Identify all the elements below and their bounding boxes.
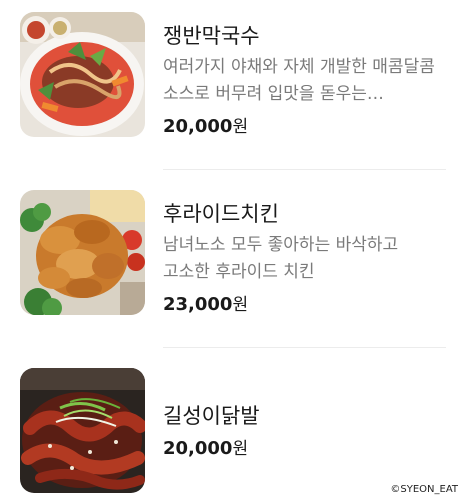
- menu-item-name: 길성이닭발: [163, 404, 260, 428]
- price-currency: 원: [232, 117, 249, 137]
- watermark: ©SYEON_EAT: [390, 484, 458, 495]
- menu-item-price: 20,000원: [163, 114, 446, 140]
- item-divider: [163, 169, 446, 170]
- menu-item-name: 쟁반막국수: [163, 24, 260, 48]
- menu-item-fried-chicken[interactable]: 후라이드치킨 남녀노소 모두 좋아하는 바삭하고 고소한 후라이드 치킨 23,…: [0, 190, 466, 330]
- item-divider: [163, 347, 446, 348]
- menu-item-price: 20,000원: [163, 436, 446, 462]
- makguksu-photo: [20, 12, 145, 137]
- price-currency: 원: [232, 439, 249, 459]
- menu-item-makguksu[interactable]: 쟁반막국수 여러가지 야채와 자체 개발한 매콤달콤 소스로 버무려 입맛을 돋…: [0, 12, 466, 152]
- price-value: 20,000: [163, 438, 233, 459]
- price-value: 23,000: [163, 294, 233, 315]
- menu-item-price: 23,000원: [163, 292, 446, 318]
- menu-item-description: 여러가지 야채와 자체 개발한 매콤달콤 소스로 버무려 입맛을 돋우는 쟁반막…: [163, 57, 435, 104]
- chicken-feet-photo: [20, 368, 145, 493]
- price-value: 20,000: [163, 116, 233, 137]
- menu-item-name: 후라이드치킨: [163, 202, 279, 226]
- menu-item-description: 남녀노소 모두 좋아하는 바삭하고 고소한 후라이드 치킨: [163, 235, 399, 282]
- fried-chicken-photo: [20, 190, 145, 315]
- menu-item-chicken-feet[interactable]: 길성이닭발 20,000원: [0, 368, 466, 493]
- price-currency: 원: [232, 295, 249, 315]
